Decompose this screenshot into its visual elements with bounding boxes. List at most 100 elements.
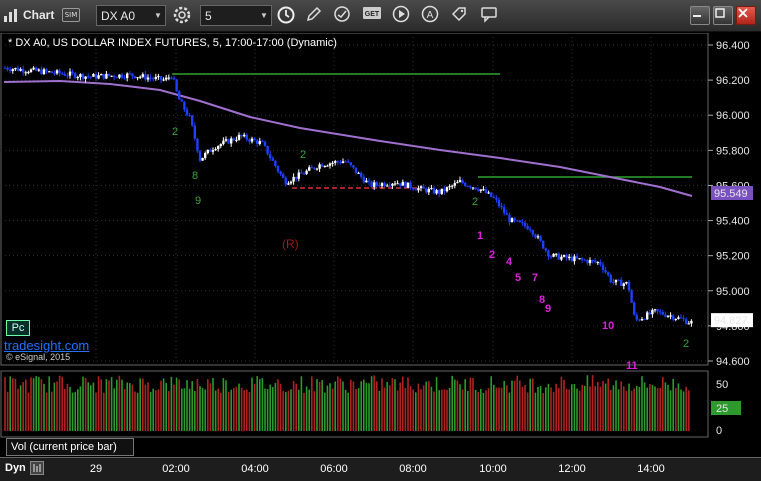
chart-icon bbox=[3, 7, 19, 23]
price-bar-body bbox=[464, 183, 467, 186]
refresh-icon bbox=[334, 6, 350, 22]
price-bar-body bbox=[154, 76, 157, 79]
price-bar-body bbox=[214, 149, 217, 151]
price-bar-body bbox=[14, 67, 17, 70]
price-bar-body bbox=[230, 138, 233, 144]
svg-text:A: A bbox=[427, 10, 434, 21]
price-bar-body bbox=[211, 149, 215, 152]
price-bar-body bbox=[63, 73, 66, 76]
price-bar-body bbox=[253, 138, 256, 141]
get-button[interactable]: GET bbox=[362, 5, 384, 27]
price-bar-body bbox=[9, 69, 12, 72]
price-bar-body bbox=[165, 77, 168, 80]
sequential-count-green: 8 bbox=[192, 170, 198, 182]
play-button[interactable] bbox=[392, 5, 414, 27]
price-bar-body bbox=[120, 74, 124, 78]
price-bar-body bbox=[599, 261, 602, 265]
price-bar-body bbox=[393, 183, 397, 185]
volume-study-title[interactable]: Vol (current price bar) bbox=[6, 438, 134, 456]
price-bar-body bbox=[256, 140, 259, 144]
price-bar-body bbox=[305, 170, 308, 174]
price-bar-body bbox=[222, 140, 225, 145]
clock-button[interactable] bbox=[276, 5, 298, 27]
price-bar-body bbox=[201, 157, 204, 161]
chat-button[interactable] bbox=[480, 5, 502, 27]
price-bar-body bbox=[562, 255, 566, 257]
price-bar-body bbox=[443, 188, 446, 192]
chevron-down-icon[interactable]: ▼ bbox=[151, 11, 165, 20]
price-bar-body bbox=[74, 73, 77, 78]
price-bar-body bbox=[526, 225, 529, 230]
alert-button[interactable]: A bbox=[421, 5, 443, 27]
price-tick-label: 95.000 bbox=[716, 286, 750, 298]
price-tick-label: 95.200 bbox=[716, 251, 750, 263]
chart-area[interactable]: (R) 1 2 4 5 7 8 9 10 11 2 8 9 2 2 2 96.400 96.200 96.000 9… bbox=[0, 33, 761, 481]
price-bar-body bbox=[544, 248, 547, 251]
price-bar-body bbox=[76, 77, 79, 79]
price-volume-chart[interactable]: (R)1245 7891011289222 96.40096.20096.0009… bbox=[0, 33, 761, 457]
price-bar-body bbox=[425, 188, 428, 193]
price-bar-body bbox=[542, 240, 545, 249]
interval-input[interactable]: 5 ▼ bbox=[200, 5, 272, 26]
price-bar-body bbox=[453, 183, 456, 186]
price-bar-body bbox=[586, 260, 589, 264]
chevron-down-icon[interactable]: ▼ bbox=[257, 11, 271, 20]
price-bar-body bbox=[295, 176, 298, 179]
price-bar-body bbox=[503, 207, 506, 214]
price-bar-body bbox=[417, 188, 420, 191]
price-bar-body bbox=[614, 279, 618, 283]
price-bar-body bbox=[469, 186, 472, 188]
scroll-toggle-button[interactable] bbox=[30, 461, 44, 475]
price-bar-body bbox=[258, 141, 261, 144]
price-bar-body bbox=[617, 279, 620, 281]
time-label: 14:00 bbox=[637, 463, 665, 475]
price-bar-body bbox=[204, 153, 207, 158]
play-icon bbox=[392, 5, 410, 23]
price-bar-body bbox=[581, 258, 584, 260]
price-bar-body bbox=[521, 222, 524, 224]
price-bar-body bbox=[653, 309, 657, 311]
price-bar-body bbox=[404, 181, 407, 188]
price-bar-body bbox=[310, 167, 313, 169]
tag-button[interactable] bbox=[450, 5, 472, 27]
refresh-button[interactable] bbox=[333, 5, 355, 27]
price-bar-body bbox=[58, 70, 61, 74]
price-bar-body bbox=[94, 74, 98, 79]
brand-link[interactable]: tradesight.com bbox=[4, 338, 89, 353]
price-bar-body bbox=[339, 162, 342, 164]
price-bar-body bbox=[547, 250, 550, 257]
minimize-button[interactable] bbox=[690, 6, 710, 25]
price-bar-body bbox=[115, 77, 118, 79]
price-bar-body bbox=[588, 260, 592, 264]
close-button[interactable] bbox=[736, 6, 756, 25]
price-bar-body bbox=[196, 138, 199, 152]
price-bar-body bbox=[674, 318, 677, 320]
price-bar-body bbox=[128, 73, 131, 75]
price-bar-body bbox=[152, 78, 155, 80]
sequential-count-magenta: 9 bbox=[545, 303, 551, 315]
price-bar-body bbox=[144, 74, 147, 80]
svg-text:GET: GET bbox=[365, 11, 380, 18]
price-bar-body bbox=[11, 69, 14, 72]
price-bar-body bbox=[349, 162, 352, 166]
tag-icon bbox=[451, 7, 466, 22]
symbol-input[interactable]: DX A0 ▼ bbox=[96, 5, 166, 26]
price-bar-body bbox=[224, 139, 228, 141]
pc-badge[interactable]: Pc bbox=[6, 320, 30, 336]
price-bar-body bbox=[198, 151, 202, 161]
price-bar-body bbox=[276, 166, 280, 172]
price-bar-body bbox=[331, 162, 334, 164]
price-bar-body bbox=[271, 158, 274, 161]
price-bar-body bbox=[399, 183, 402, 186]
minimize-icon bbox=[693, 15, 701, 17]
price-bar-body bbox=[209, 149, 212, 152]
price-bar-body bbox=[451, 185, 454, 187]
maximize-button[interactable] bbox=[713, 6, 733, 25]
draw-button[interactable] bbox=[305, 5, 327, 27]
price-bar-body bbox=[677, 317, 680, 319]
price-bar-body bbox=[495, 197, 498, 200]
price-bar-body bbox=[321, 164, 324, 167]
settings-button[interactable] bbox=[172, 5, 194, 27]
price-bar-body bbox=[159, 76, 163, 80]
price-bar-body bbox=[344, 161, 347, 163]
